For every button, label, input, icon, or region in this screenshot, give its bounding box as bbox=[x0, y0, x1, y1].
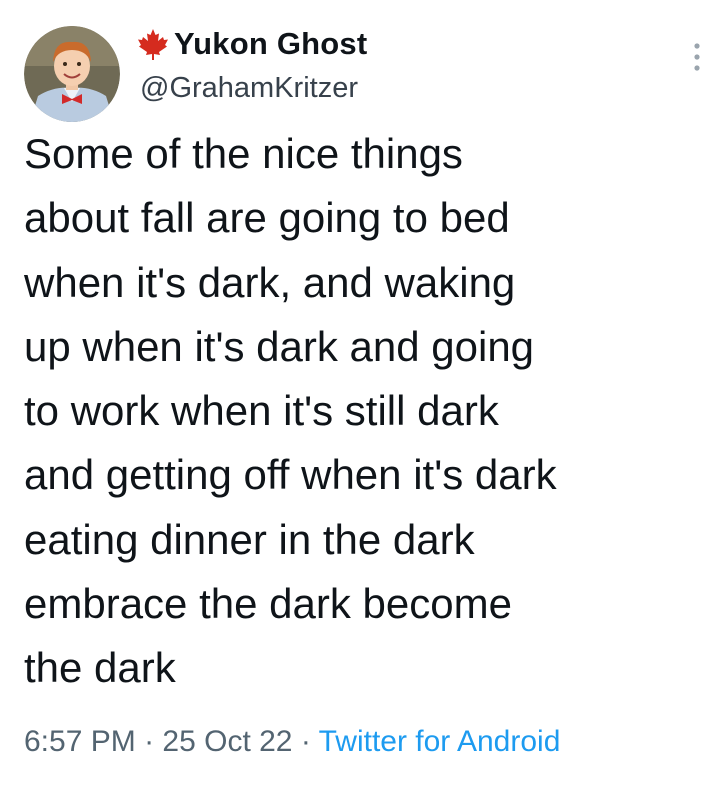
tweet-text-line: about fall are going to bed bbox=[24, 194, 510, 242]
avatar[interactable] bbox=[24, 26, 120, 122]
tweet-text-line: up when it's dark and going bbox=[24, 322, 535, 370]
author-handle[interactable]: @GrahamKritzer bbox=[140, 72, 367, 105]
tweet-header: Yukon Ghost @GrahamKritzer bbox=[24, 14, 704, 122]
tweet-text-line: the dark bbox=[24, 644, 176, 692]
tweet-meta: 6:57 PM · 25 Oct 22 · Twitter for Androi… bbox=[24, 725, 560, 759]
meta-separator: · bbox=[135, 725, 163, 758]
tweet-card: Yukon Ghost @GrahamKritzer Some of the n… bbox=[0, 0, 720, 786]
tweet-text-line: embrace the dark become bbox=[24, 580, 512, 628]
child-portrait-avatar-icon bbox=[24, 26, 120, 122]
tweet-text: Some of the nice things about fall are g… bbox=[24, 122, 704, 701]
tweet-text-line: and getting off when it's dark bbox=[24, 451, 557, 499]
display-name: Yukon Ghost bbox=[174, 26, 368, 61]
meta-separator: · bbox=[292, 725, 319, 758]
tweet-text-line: Some of the nice things bbox=[24, 130, 463, 177]
display-name-row[interactable]: Yukon Ghost bbox=[136, 24, 367, 64]
tweet-text-line: eating dinner in the dark bbox=[24, 515, 475, 563]
tweet-time[interactable]: 6:57 PM bbox=[24, 725, 136, 758]
tweet-text-line: when it's dark, and waking bbox=[24, 258, 516, 306]
tweet-source-link[interactable]: Twitter for Android bbox=[319, 725, 561, 758]
maple-leaf-icon bbox=[136, 27, 170, 61]
tweet-text-line: to work when it's still dark bbox=[24, 387, 499, 435]
tweet-date[interactable]: 25 Oct 22 bbox=[162, 725, 292, 758]
vertical-ellipsis-icon[interactable] bbox=[690, 40, 704, 74]
author-names: Yukon Ghost @GrahamKritzer bbox=[136, 24, 367, 105]
